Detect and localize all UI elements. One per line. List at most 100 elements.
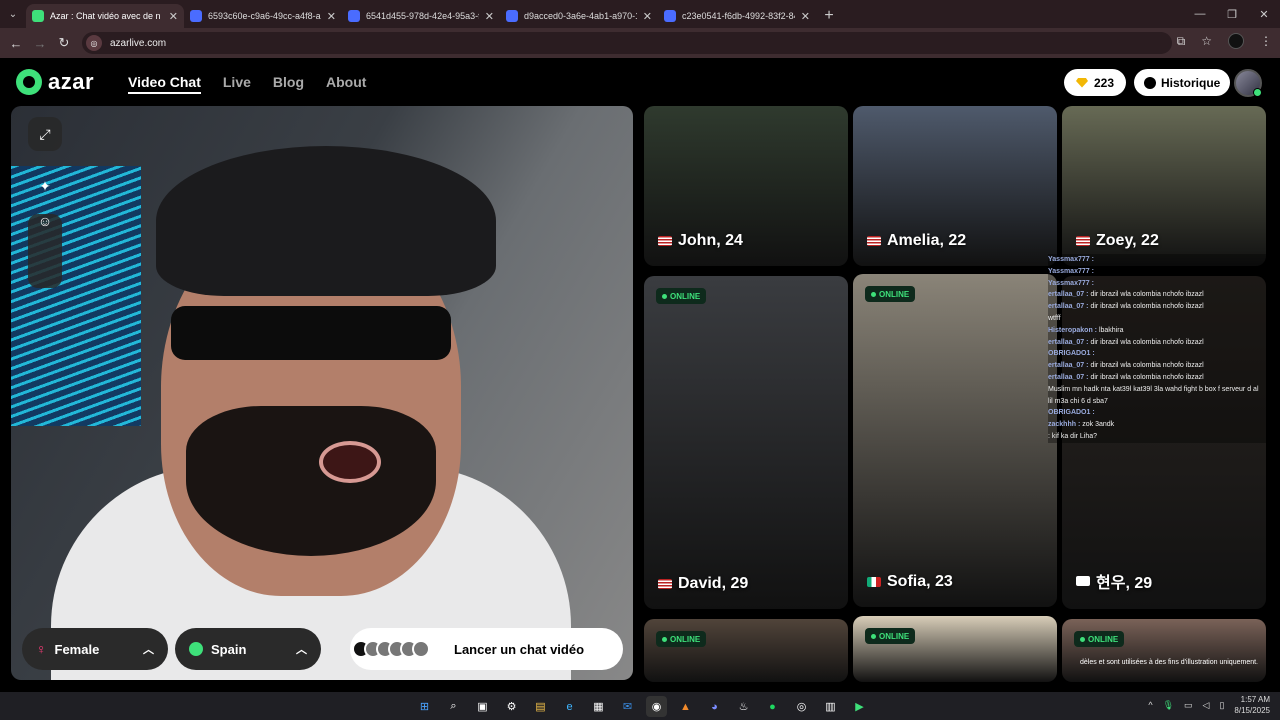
back-icon[interactable]: ← — [4, 36, 28, 51]
taskbar-clock[interactable]: 1:57 AM 8/15/2025 — [1234, 694, 1270, 716]
effects-sparkle-icon[interactable]: ✦ — [28, 169, 62, 203]
globe-icon — [189, 642, 203, 656]
chat-message: ertallaa_07 : dir ibrazil wla colombia n… — [1048, 360, 1278, 372]
chat-message: ertallaa_07 : dir ibrazil wla colombia n… — [1048, 371, 1278, 384]
chevron-up-icon: ︿ — [296, 644, 307, 656]
file-explorer-icon[interactable]: ▤ — [530, 696, 551, 717]
chat-text: dir ibrazil wla colombia nchofo ibzazl — [1090, 362, 1204, 370]
chat-message: OBRIGADO1 : — [1048, 407, 1278, 420]
calculator-icon[interactable]: ▥ — [820, 696, 841, 717]
steam-icon[interactable]: ♨ — [733, 696, 754, 717]
chat-message: ertallaa_07 : dir ibrazil wla colombia n… — [1048, 301, 1278, 313]
gems-count: 223 — [1094, 75, 1115, 90]
chat-message: ertallaa_07 : dir ibrazil wla colombia n… — [1048, 289, 1278, 302]
chat-username: OBRIGADO1 : — [1048, 409, 1095, 417]
nav-blog[interactable]: Blog — [273, 74, 304, 94]
reload-icon[interactable]: ↻ — [52, 35, 76, 51]
browser-tab[interactable]: Azar : Chat vidéo avec de n ✕ — [26, 4, 184, 28]
chat-message: wtfff — [1048, 312, 1278, 325]
chat-username: ertallaa_07 : — [1048, 373, 1089, 381]
settings-gear-icon[interactable]: ⚙ — [501, 696, 522, 717]
azar-page: azar Video Chat Live Blog About 223 Hist… — [0, 58, 1280, 692]
user-avatar[interactable] — [1234, 69, 1262, 97]
profile-card[interactable]: John, 24 — [644, 106, 848, 266]
chat-message: Yassmax777 : — [1048, 265, 1278, 278]
close-tab-icon[interactable]: ✕ — [485, 10, 494, 23]
browser-menu-icon[interactable]: ⋮ — [1260, 34, 1272, 48]
profile-name-text: John, 24 — [678, 232, 743, 249]
spotify-icon[interactable]: ● — [762, 696, 783, 717]
bookmark-star-icon[interactable]: ☆ — [1201, 34, 1212, 48]
fullscreen-icon[interactable]: ⤢ — [28, 117, 62, 151]
gender-filter[interactable]: ♀ Female ︿ — [22, 628, 168, 670]
chat-message: : kif ka dir Liha? — [1048, 430, 1278, 443]
country-filter[interactable]: Spain ︿ — [175, 628, 321, 670]
clock-date: 8/15/2025 — [1234, 706, 1270, 715]
chevron-up-icon: ︿ — [143, 644, 154, 656]
history-button[interactable]: Historique — [1134, 69, 1231, 96]
maximize-icon[interactable]: ❐ — [1216, 0, 1248, 28]
edge-icon[interactable]: e — [559, 696, 580, 717]
forward-icon[interactable]: → — [28, 36, 52, 51]
chat-message: lil m3a chi 6 d sba7 — [1048, 395, 1278, 408]
network-icon[interactable]: ▭ — [1184, 700, 1193, 711]
profile-name: John, 24 — [658, 232, 743, 250]
site-info-icon[interactable]: ◎ — [86, 35, 102, 51]
battery-icon[interactable]: ▯ — [1219, 700, 1224, 711]
profile-card[interactable]: ONLINE David, 29 — [644, 276, 848, 609]
disclaimer-text: dèles et sont utilisées à des fins d'ill… — [1080, 659, 1258, 666]
browser-tab[interactable]: 6593c60e-c9a6-49cc-a4f8-a07c ✕ — [184, 4, 342, 28]
chat-message: zackhhh : zok 3andk — [1048, 419, 1278, 431]
profile-name-text: Sofia, 23 — [887, 573, 953, 590]
close-tab-icon[interactable]: ✕ — [327, 10, 336, 23]
search-icon[interactable]: ⌕ — [443, 696, 464, 717]
new-tab-button[interactable]: + — [816, 4, 842, 28]
close-window-icon[interactable]: ✕ — [1248, 0, 1280, 28]
online-badge: ONLINE — [865, 286, 916, 302]
browser-tab[interactable]: c23e0541-f6db-4992-83f2-843 ✕ — [658, 4, 816, 28]
store-icon[interactable]: ▦ — [588, 696, 609, 717]
browser-tab[interactable]: 6541d455-978d-42e4-95a3-fb ✕ — [342, 4, 500, 28]
browser-tab[interactable]: d9acced0-3a6e-4ab1-a970-19 ✕ — [500, 4, 658, 28]
stream-chat-overlay: Yassmax777 : Yassmax777 : Yassmax777 : e… — [1048, 254, 1278, 444]
close-tab-icon[interactable]: ✕ — [801, 10, 810, 23]
close-tab-icon[interactable]: ✕ — [169, 10, 178, 23]
discord-icon[interactable]: ◕ — [704, 696, 725, 717]
nav-video-chat[interactable]: Video Chat — [128, 74, 201, 94]
avatar-stack — [352, 640, 430, 658]
gems-button[interactable]: 223 — [1064, 69, 1127, 96]
tab-search-icon[interactable]: ⌄ — [0, 0, 26, 28]
profile-icon[interactable] — [1228, 33, 1244, 49]
online-dot — [1253, 88, 1262, 97]
launch-video-chat-button[interactable]: Lancer un chat vidéo — [350, 628, 623, 670]
profile-card[interactable]: ONLINE — [644, 619, 848, 682]
obs-icon[interactable]: ◎ — [791, 696, 812, 717]
chrome-icon[interactable]: ◉ — [646, 696, 667, 717]
video-person-mouth — [319, 441, 381, 483]
url-field[interactable]: ◎ azarlive.com — [82, 32, 1172, 54]
chat-username: ertallaa_07 : — [1048, 291, 1089, 299]
history-label: Historique — [1161, 75, 1221, 90]
close-tab-icon[interactable]: ✕ — [643, 10, 652, 23]
nav-live[interactable]: Live — [223, 74, 251, 94]
volume-icon[interactable]: ◁ — [1203, 700, 1210, 711]
terminal-icon[interactable]: ▶ — [849, 696, 870, 717]
microphone-icon[interactable]: 🎙 — [1163, 700, 1174, 711]
minimize-icon[interactable]: — — [1184, 0, 1216, 28]
tab-title: d9acced0-3a6e-4ab1-a970-19 — [524, 11, 637, 21]
profile-card[interactable]: Zoey, 22 — [1062, 106, 1266, 266]
profile-card[interactable]: ONLINE — [1062, 619, 1266, 682]
profile-card[interactable]: Amelia, 22 — [853, 106, 1057, 266]
flag-icon — [658, 236, 672, 246]
outlook-icon[interactable]: ✉ — [617, 696, 638, 717]
face-filter-icon[interactable]: ☺ — [28, 204, 62, 238]
vlc-icon[interactable]: ▲ — [675, 696, 696, 717]
install-app-icon[interactable]: ⧉ — [1177, 34, 1186, 49]
task-view-icon[interactable]: ▣ — [472, 696, 493, 717]
profile-card[interactable]: ONLINE Sofia, 23 — [853, 274, 1057, 607]
profile-card[interactable]: ONLINE — [853, 616, 1057, 682]
tray-chevron-icon[interactable]: ^ — [1148, 700, 1152, 710]
windows-start-icon[interactable]: ⊞ — [414, 696, 435, 717]
azar-logo[interactable]: azar — [16, 69, 94, 95]
nav-about[interactable]: About — [326, 74, 366, 94]
